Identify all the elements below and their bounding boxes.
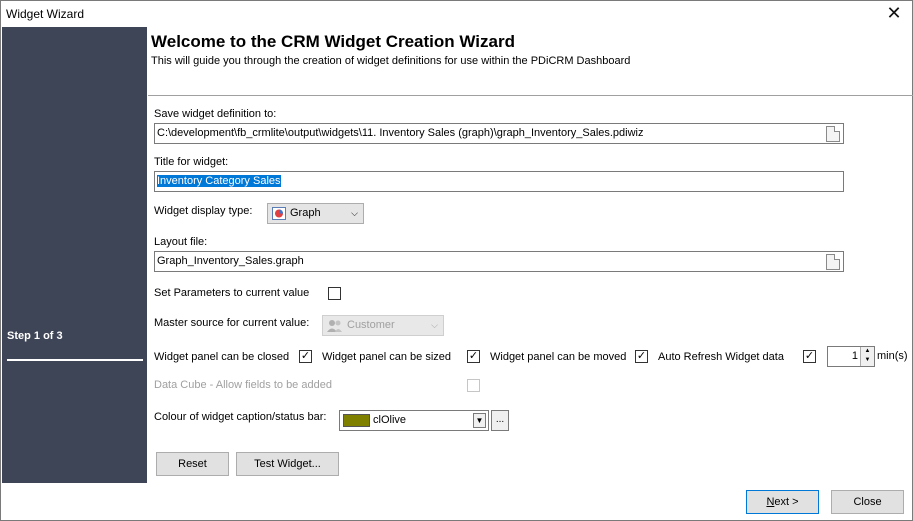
chevron-down-icon: ⌵ bbox=[351, 208, 358, 218]
step-divider bbox=[7, 359, 143, 361]
can-size-checkbox[interactable]: ✓ bbox=[467, 350, 480, 363]
wizard-sidebar: Step 1 of 3 bbox=[2, 27, 147, 483]
master-source-value: Customer bbox=[347, 319, 395, 331]
layout-file-input[interactable]: Graph_Inventory_Sales.graph bbox=[154, 251, 844, 272]
save-path-input[interactable]: C:\development\fb_crmlite\output\widgets… bbox=[154, 123, 844, 144]
page-subtitle: This will guide you through the creation… bbox=[151, 55, 631, 67]
display-type-label: Widget display type: bbox=[154, 205, 253, 217]
refresh-interval-stepper[interactable]: 1 ▲ ▼ bbox=[827, 346, 875, 367]
data-cube-checkbox[interactable] bbox=[467, 379, 480, 392]
can-move-label: Widget panel can be moved bbox=[490, 351, 627, 363]
reset-button[interactable]: Reset bbox=[156, 452, 229, 476]
window-title: Widget Wizard bbox=[6, 7, 85, 21]
master-source-select[interactable]: Customer ⌵ bbox=[322, 315, 444, 336]
colour-swatch bbox=[343, 414, 370, 427]
close-button[interactable]: Close bbox=[831, 490, 904, 514]
auto-refresh-checkbox[interactable]: ✓ bbox=[803, 350, 816, 363]
layout-file-label: Layout file: bbox=[154, 236, 208, 248]
close-icon[interactable]: ✕ bbox=[884, 4, 904, 24]
title-label: Title for widget: bbox=[154, 156, 229, 168]
browse-layout-icon[interactable] bbox=[826, 254, 840, 270]
can-move-checkbox[interactable]: ✓ bbox=[635, 350, 648, 363]
wizard-window: Widget Wizard ✕ Step 1 of 3 Welcome to t… bbox=[0, 0, 913, 521]
refresh-unit-label: min(s) bbox=[877, 350, 908, 362]
dropdown-arrow-icon[interactable]: ▼ bbox=[473, 413, 486, 428]
stepper-arrows-icon[interactable]: ▲ ▼ bbox=[860, 347, 874, 366]
can-close-label: Widget panel can be closed bbox=[154, 351, 290, 363]
can-size-label: Widget panel can be sized bbox=[322, 351, 452, 363]
step-indicator: Step 1 of 3 bbox=[7, 330, 63, 342]
display-type-select[interactable]: Graph ⌵ bbox=[267, 203, 364, 224]
colour-picker-button[interactable]: ... bbox=[491, 410, 509, 431]
layout-file-value: Graph_Inventory_Sales.graph bbox=[157, 255, 304, 267]
save-path-value: C:\development\fb_crmlite\output\widgets… bbox=[157, 127, 644, 139]
browse-file-icon[interactable] bbox=[826, 126, 840, 142]
next-label: ext > bbox=[774, 496, 799, 508]
save-path-label: Save widget definition to: bbox=[154, 108, 277, 120]
next-button[interactable]: Next > bbox=[746, 490, 819, 514]
master-source-label: Master source for current value: bbox=[154, 317, 310, 329]
test-widget-button[interactable]: Test Widget... bbox=[236, 452, 339, 476]
chevron-down-icon: ⌵ bbox=[431, 320, 438, 330]
title-bar: Widget Wizard ✕ bbox=[1, 1, 912, 27]
page-title: Welcome to the CRM Widget Creation Wizar… bbox=[151, 32, 515, 51]
graph-icon bbox=[272, 207, 286, 220]
refresh-interval-value: 1 bbox=[851, 350, 858, 362]
title-value: Inventory Category Sales bbox=[157, 175, 281, 187]
colour-select[interactable]: clOlive ▼ bbox=[339, 410, 489, 431]
colour-label: Colour of widget caption/status bar: bbox=[154, 411, 327, 423]
header-divider bbox=[148, 95, 913, 96]
customer-icon bbox=[327, 320, 342, 332]
auto-refresh-label: Auto Refresh Widget data bbox=[658, 351, 784, 363]
can-close-checkbox[interactable]: ✓ bbox=[299, 350, 312, 363]
display-type-value: Graph bbox=[290, 207, 321, 219]
set-params-checkbox[interactable] bbox=[328, 287, 341, 300]
data-cube-label: Data Cube - Allow fields to be added bbox=[154, 379, 332, 391]
colour-value: clOlive bbox=[373, 414, 407, 426]
set-params-label: Set Parameters to current value bbox=[154, 287, 310, 299]
title-input[interactable]: Inventory Category Sales bbox=[154, 171, 844, 192]
